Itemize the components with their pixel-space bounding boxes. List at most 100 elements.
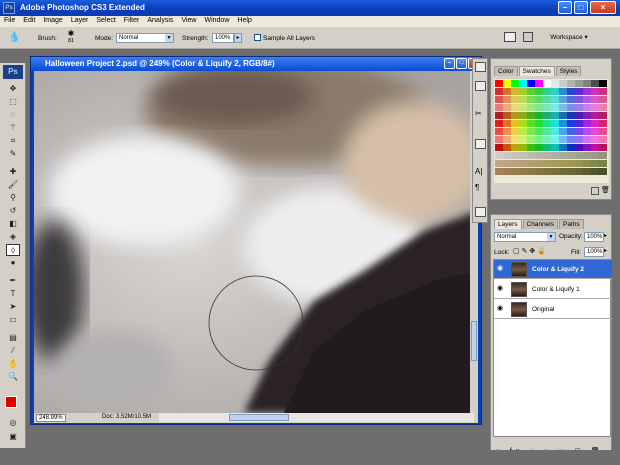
eraser-tool-icon[interactable]: ◧ <box>6 218 20 230</box>
brush-picker[interactable]: ✱ 81 <box>64 29 78 47</box>
swatch[interactable] <box>503 152 511 159</box>
swatch[interactable] <box>503 128 511 135</box>
swatch[interactable] <box>503 144 511 151</box>
swatch[interactable] <box>567 80 575 87</box>
swatch[interactable] <box>599 96 607 103</box>
swatch[interactable] <box>543 152 551 159</box>
fill-input[interactable]: 100% <box>584 247 604 257</box>
file-browser-icon[interactable] <box>504 32 516 42</box>
horizontal-scrollbar[interactable] <box>159 413 474 422</box>
swatch[interactable] <box>583 168 591 175</box>
menu-help[interactable]: Help <box>233 16 255 24</box>
swatch[interactable] <box>551 104 559 111</box>
swatch[interactable] <box>527 152 535 159</box>
swatch[interactable] <box>503 160 511 167</box>
swatch[interactable] <box>583 136 591 143</box>
swatch[interactable] <box>495 160 503 167</box>
clone-stamp-icon[interactable]: ⚲ <box>6 192 20 204</box>
swatch[interactable] <box>575 104 583 111</box>
history-icon[interactable] <box>475 139 486 149</box>
swatch[interactable] <box>567 128 575 135</box>
swatch[interactable] <box>583 96 591 103</box>
maximize-button[interactable]: □ <box>574 1 588 14</box>
swatch[interactable] <box>567 112 575 119</box>
swatch[interactable] <box>511 120 519 127</box>
fill-arrow-icon[interactable]: ▸ <box>604 247 607 254</box>
swatch[interactable] <box>583 104 591 111</box>
swatch[interactable] <box>583 120 591 127</box>
swatch[interactable] <box>599 128 607 135</box>
swatch[interactable] <box>527 80 535 87</box>
swatch[interactable] <box>567 144 575 151</box>
blur-tool-icon[interactable]: 💧 <box>8 32 20 43</box>
swatch[interactable] <box>519 160 527 167</box>
eye-icon[interactable]: ◉ <box>497 305 505 312</box>
eye-icon[interactable]: ◉ <box>497 285 505 292</box>
zoom-tool-icon[interactable]: 🔍 <box>6 371 20 383</box>
swatch[interactable] <box>511 136 519 143</box>
swatch[interactable] <box>551 168 559 175</box>
dodge-tool-icon[interactable]: ● <box>6 257 20 269</box>
tab-swatches[interactable]: Swatches <box>518 66 555 76</box>
menu-filter[interactable]: Filter <box>120 16 144 24</box>
swatch[interactable] <box>551 128 559 135</box>
swatch[interactable] <box>551 152 559 159</box>
tab-paths[interactable]: Paths <box>558 219 584 229</box>
swatch[interactable] <box>511 112 519 119</box>
swatch[interactable] <box>591 128 599 135</box>
swatch[interactable] <box>519 80 527 87</box>
swatch[interactable] <box>567 96 575 103</box>
swatch[interactable] <box>591 160 599 167</box>
swatch[interactable] <box>567 120 575 127</box>
swatch[interactable] <box>591 104 599 111</box>
swatch[interactable] <box>503 120 511 127</box>
swatch[interactable] <box>559 80 567 87</box>
type-tool-icon[interactable]: T <box>6 288 20 300</box>
swatch[interactable] <box>575 152 583 159</box>
swatch[interactable] <box>583 152 591 159</box>
pen-tool-icon[interactable]: ✒ <box>6 275 20 287</box>
swatch[interactable] <box>583 160 591 167</box>
swatch[interactable] <box>519 128 527 135</box>
swatch[interactable] <box>543 112 551 119</box>
swatch[interactable] <box>583 112 591 119</box>
swatch[interactable] <box>527 144 535 151</box>
close-button[interactable]: × <box>590 1 616 14</box>
hand-tool-icon[interactable]: ✋ <box>6 358 20 370</box>
swatch[interactable] <box>535 128 543 135</box>
swatch[interactable] <box>583 88 591 95</box>
paint-bucket-icon[interactable]: ◈ <box>6 231 20 243</box>
swatch[interactable] <box>575 168 583 175</box>
swatch[interactable] <box>535 168 543 175</box>
swatch[interactable] <box>591 136 599 143</box>
move-tool-icon[interactable]: ✥ <box>6 83 20 95</box>
actions-icon[interactable] <box>475 81 486 91</box>
eyedropper-icon[interactable]: ⁄ <box>6 345 20 357</box>
swatch[interactable] <box>551 120 559 127</box>
swatch[interactable] <box>527 160 535 167</box>
swatch[interactable] <box>535 112 543 119</box>
swatch[interactable] <box>519 88 527 95</box>
swatch[interactable] <box>559 144 567 151</box>
swatch[interactable] <box>599 112 607 119</box>
swatch[interactable] <box>511 144 519 151</box>
character-icon[interactable]: A| <box>475 167 486 177</box>
swatch[interactable] <box>567 136 575 143</box>
swatch[interactable] <box>511 96 519 103</box>
opacity-input[interactable]: 100% <box>584 232 604 242</box>
swatch[interactable] <box>535 88 543 95</box>
swatch[interactable] <box>527 168 535 175</box>
swatch[interactable] <box>495 88 503 95</box>
swatch[interactable] <box>575 144 583 151</box>
screen-mode-icon[interactable]: ▣ <box>6 431 20 443</box>
doc-minimize-button[interactable]: – <box>444 58 455 69</box>
vertical-scroll-thumb[interactable] <box>471 321 477 361</box>
strength-input[interactable]: 100% <box>212 33 234 43</box>
tool-presets-icon[interactable]: ✂ <box>475 109 486 119</box>
swatch[interactable] <box>495 144 503 151</box>
path-selection-icon[interactable]: ➤ <box>6 301 20 313</box>
tab-channels[interactable]: Channels <box>522 219 558 229</box>
eye-icon[interactable]: ◉ <box>497 265 505 272</box>
swatch[interactable] <box>495 96 503 103</box>
doc-maximize-button[interactable]: □ <box>456 58 467 69</box>
